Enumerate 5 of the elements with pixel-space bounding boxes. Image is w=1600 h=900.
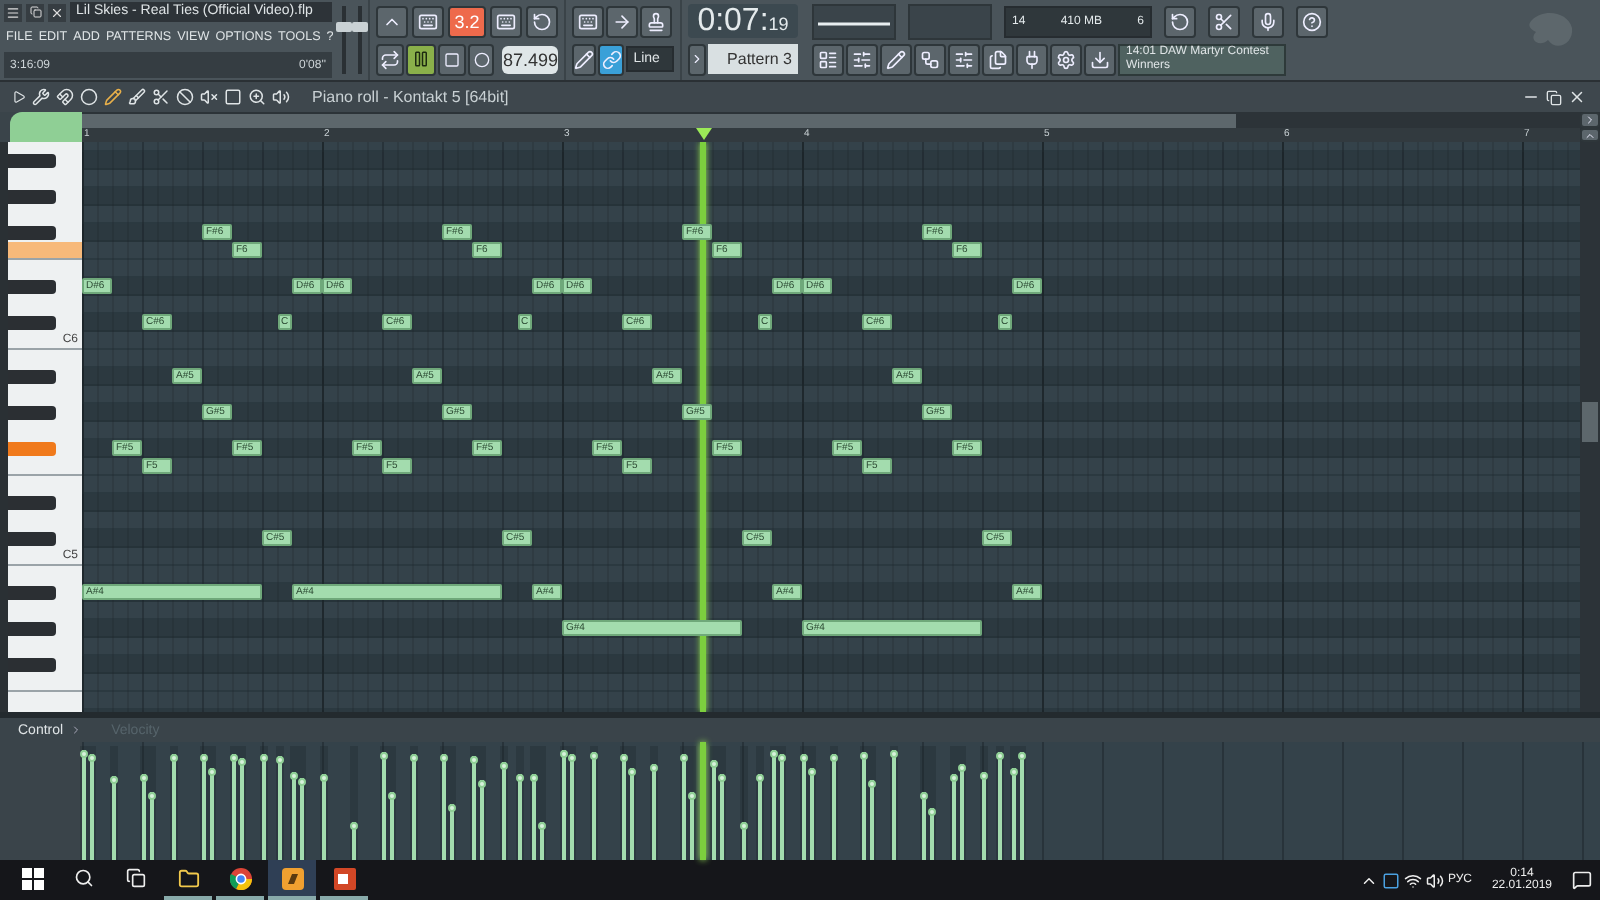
pattern-selector[interactable]: Pattern 3 [708, 44, 798, 74]
piano-roll-title: Piano roll - Kontakt 5 [64bit] [312, 88, 509, 106]
time-sub: 19 [768, 14, 789, 34]
time-main: 0:07: [697, 4, 769, 38]
tempo-field[interactable]: 87.499 [502, 45, 559, 73]
